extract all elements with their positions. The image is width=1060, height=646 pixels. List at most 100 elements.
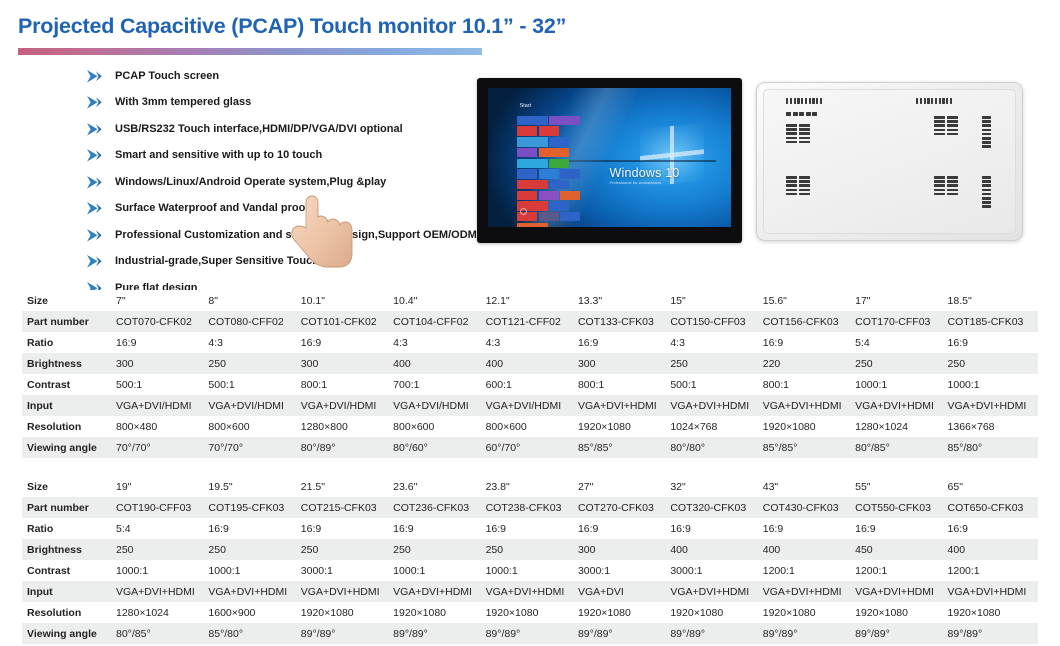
feature-item-label: Smart and sensitive with up to 10 touch (115, 149, 323, 161)
vent-slot (982, 188, 991, 192)
vent-slot (934, 180, 945, 183)
spec-table-row: Input VGA+DVI/HDMI VGA+DVI/HDMI VGA+DVI/HDM… (22, 395, 1038, 416)
spec-cell: VGA+DVI/HDMI (114, 395, 207, 416)
spec-cell: 3000:1 (298, 560, 392, 581)
spec-cell: 16:9 (575, 332, 669, 353)
vent-slot (982, 141, 991, 144)
vent-slot (982, 120, 991, 123)
spec-cell: VGA+DVI+HDMI (391, 581, 484, 602)
spec-cell: VGA+DVI/HDMI (483, 395, 576, 416)
vent-slot (982, 132, 991, 136)
vent-slot (786, 140, 797, 144)
blue-chevron-arrow-icon (87, 149, 102, 162)
feature-item-label: With 3mm tempered glass (115, 96, 252, 108)
spec-cell: 16:9 (298, 332, 392, 353)
spec-cell: 600:1 (483, 374, 576, 395)
vent-slot (812, 98, 815, 104)
spec-cell: 1024×768 (668, 416, 761, 437)
spec-cell: VGA+DVI+HDMI (760, 395, 854, 416)
vent-slot (982, 116, 991, 119)
spec-cell: 80°/85° (114, 623, 207, 644)
start-menu-tile (538, 211, 559, 222)
spec-table-row: Size 7" 8" 10.1" 10.4" 12.1" 13.3" 15" 15.6" 17" 1… (22, 290, 1038, 311)
spec-cell: 250 (668, 353, 761, 374)
spec-cell: 80°/60° (391, 437, 484, 458)
spec-cell: 15.6" (760, 290, 854, 311)
spec-cell: 250 (391, 539, 484, 560)
spec-row-label: Size (22, 476, 114, 497)
spec-cell: 220 (760, 353, 854, 374)
spec-row-label: Resolution (22, 416, 114, 437)
spec-cell: COT156-CFK03 (760, 311, 854, 332)
blue-chevron-arrow-icon (87, 69, 102, 83)
spec-cell: 400 (668, 539, 761, 560)
start-menu-tile (517, 137, 549, 147)
vent-slot (982, 136, 991, 140)
spec-cell: 21.5" (298, 476, 392, 497)
spec-cell: COT238-CFK03 (483, 497, 576, 518)
spec-cell: 85°/85° (575, 437, 669, 458)
rear-panel (763, 89, 1016, 234)
spec-cell: 27" (575, 476, 669, 497)
vent-slot (798, 184, 810, 187)
spec-table-row: Resolution 1280×1024 1600×900 1920×1080 1920… (22, 602, 1038, 623)
feature-item: With 3mm tempered glass (86, 93, 486, 113)
start-menu-tile (517, 115, 549, 126)
spec-row-label: Ratio (22, 332, 114, 353)
spec-cell: VGA+DVI+HDMI (114, 581, 207, 602)
vent-slot (786, 136, 797, 140)
spec-cell: VGA+DVI+HDMI (760, 581, 854, 602)
spec-cell: 89°/89° (483, 623, 576, 644)
spec-cell: 10.1" (298, 290, 392, 311)
spec-table-large-sizes: Size 19" 19.5" 21.5" 23.6" 23.8" 27" 32" 43" 55" 6… (22, 476, 1038, 644)
vent-slot (805, 112, 811, 116)
start-menu-tile (538, 190, 559, 201)
spec-cell: 1000:1 (114, 560, 207, 581)
start-menu-tile (549, 137, 570, 147)
vent-grille (786, 98, 823, 104)
spec-table-row: Brightness 300 250 300 400 400 300 250 220 250 250 (22, 353, 1038, 374)
spec-cell: 18.5" (945, 290, 1038, 311)
spec-cell: 800×600 (391, 416, 484, 437)
vent-slot (934, 116, 945, 119)
start-menu-tile (559, 169, 581, 179)
feature-item-label: PCAP Touch screen (115, 69, 220, 82)
spec-cell: 800:1 (575, 374, 669, 395)
spec-row-label: Part number (22, 311, 114, 332)
vent-slot (786, 132, 797, 135)
vent-slot (786, 124, 797, 127)
vent-slot (934, 184, 945, 187)
spec-cell: 89°/89° (575, 623, 669, 644)
feature-item-label: Windows/Linux/Android Operate system,Plu… (115, 175, 387, 188)
spec-cell: VGA+DVI/HDMI (391, 395, 484, 416)
vent-slot (798, 136, 810, 140)
spec-cell: 250 (206, 539, 299, 560)
spec-cell: 16:9 (668, 518, 761, 539)
spec-cell: 400 (483, 353, 576, 374)
start-menu-tile (549, 158, 570, 169)
vent-slot (982, 145, 991, 148)
spec-cell: 1280×1024 (853, 416, 946, 437)
vent-slot (934, 98, 938, 104)
spec-cell: COT550-CFK03 (853, 497, 946, 518)
spec-cell: COT104-CFF02 (391, 311, 484, 332)
vent-slot (946, 192, 958, 196)
vent-slot (934, 188, 945, 192)
spec-cell: 250 (206, 353, 299, 374)
spec-cell: 250 (483, 539, 576, 560)
title-gradient-rule (18, 48, 482, 55)
spec-cell: 1280×800 (298, 416, 392, 437)
blue-chevron-arrow-icon (87, 96, 102, 109)
spec-cell: 1920×1080 (575, 602, 669, 623)
spec-cell: 89°/89° (853, 623, 946, 644)
spec-table-row: Contrast 500:1 500:1 800:1 700:1 600:1 800:1 50… (22, 374, 1038, 395)
page-header: Projected Capacitive (PCAP) Touch monito… (0, 0, 1060, 55)
spec-cell: 85°/85° (760, 437, 854, 458)
vent-slot (798, 132, 810, 135)
spec-cell: 16:9 (206, 518, 299, 539)
spec-cell: 23.8" (483, 476, 576, 497)
spec-cell: 1920×1080 (298, 602, 392, 623)
spec-cell: 800×480 (114, 416, 207, 437)
vent-slot (816, 98, 819, 104)
vent-slot (786, 128, 797, 131)
